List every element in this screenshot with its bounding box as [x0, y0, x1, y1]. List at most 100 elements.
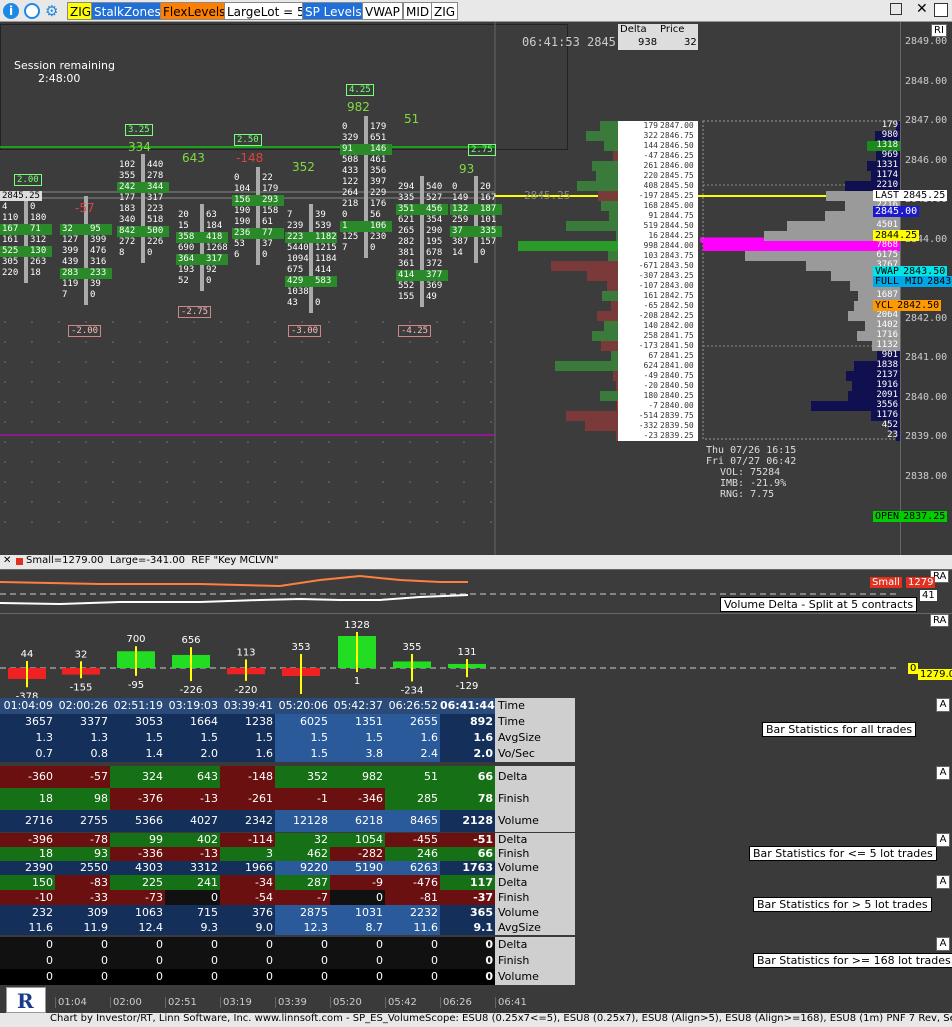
footprint-bid: 91 [342, 144, 353, 154]
delta-histogram-bar [607, 251, 618, 261]
session-vol: VOL: 75284 [720, 467, 781, 478]
time-axis[interactable]: R 01:04 02:00 02:51 03:19 03:39 05:20 05:42 06:… [0, 985, 952, 1013]
toolbar-button-flexlevels[interactable]: FlexLevels [160, 2, 229, 20]
footprint-bid: 220 [2, 268, 19, 278]
footprint-row: 439 316 [60, 257, 112, 268]
grid-dot [382, 501, 384, 503]
footprint-bid: 239 [287, 221, 304, 231]
grid-dot [382, 341, 384, 343]
time-tick: 03:39 [275, 997, 307, 1008]
stats-cell: 18 [0, 847, 55, 861]
stats-row-label: Delta [495, 937, 575, 953]
maximize-icon[interactable] [934, 3, 948, 17]
footprint-bid: 7 [287, 210, 293, 220]
stats-a-button[interactable]: A [936, 833, 950, 847]
grid-dot [409, 421, 411, 423]
toolbar-button-stalkzones[interactable]: StalkZones [91, 2, 164, 20]
stats-cell: 11.9 [55, 920, 110, 935]
volume-delta-panel[interactable]: RA Small 1279 41 Volume Delta - Split at… [0, 569, 952, 613]
toolbar-button-sp-levels[interactable]: SP Levels [302, 2, 365, 20]
ladder-price: 2843.00 [660, 281, 694, 290]
close-indicator-icon[interactable]: ✕ [3, 555, 11, 566]
footprint-row: 236 77 [232, 228, 284, 239]
footprint-ask: 37 [262, 239, 273, 249]
stats-a-button[interactable]: A [936, 698, 950, 712]
stats-a-button[interactable]: A [936, 875, 950, 889]
toolbar-button-zig[interactable]: ZIG [67, 2, 95, 20]
volume-profile-value: 1838 [876, 360, 898, 370]
histogram-bottom-label: 1 [354, 676, 360, 687]
footprint-bid: 842 [119, 226, 136, 236]
delta-histogram-bar [608, 211, 618, 221]
grid-dot [436, 481, 438, 483]
stats-cell: 285 [385, 788, 440, 810]
restore-icon[interactable] [890, 3, 902, 15]
grid-dot [139, 441, 141, 443]
ladder-row: -65 2842.50 [618, 301, 698, 311]
footprint-row: 340 518 [117, 215, 169, 226]
price-axis[interactable]: RI 2849.002848.002847.002846.002845.0028… [873, 22, 952, 555]
grid-dot [220, 381, 222, 383]
delta-histogram-bar [555, 361, 618, 371]
price-label-name: FULL MID [873, 276, 926, 287]
stats-cell: 05:42:37 [330, 698, 385, 714]
price-label-value: 2837.25 [901, 511, 948, 522]
toolbar-button-zig[interactable]: ZIG [431, 2, 459, 20]
close-icon[interactable]: ✕ [916, 1, 928, 17]
ladder-price: 2839.75 [660, 411, 694, 420]
footprint-ask: 158 [262, 206, 279, 216]
ladder-delta: 180 [643, 391, 658, 400]
grid-dot [409, 481, 411, 483]
delta-histogram-bar [607, 281, 618, 291]
delta-histogram-bar [599, 391, 618, 401]
stats-cell: -148 [220, 766, 275, 788]
gear-icon[interactable]: ⚙ [45, 3, 61, 19]
footprint-row: 842 500 [117, 226, 169, 237]
grid-dot [247, 521, 249, 523]
grid-dot [166, 481, 168, 483]
grid-dot [463, 481, 465, 483]
stats-row: 0 0 0 0 0 0 0 0 0 Delta [0, 937, 575, 953]
stats-cell: 0 [0, 953, 55, 969]
stats-a-button[interactable]: A [936, 937, 950, 951]
stats-cell: -83 [55, 875, 110, 890]
clock-icon[interactable] [24, 3, 40, 19]
zig-high-label: 4.25 [346, 84, 374, 96]
footprint-row: 102 440 [117, 160, 169, 171]
stats-cell: 2232 [385, 905, 440, 920]
toolbar-button-vwap[interactable]: VWAP [362, 2, 403, 20]
ra-label-2[interactable]: RA [930, 614, 950, 627]
ladder-price: 2846.00 [660, 161, 694, 170]
footprint-bid: 0 [342, 122, 348, 132]
toolbar-button-largelot-5[interactable]: LargeLot = 5 [224, 2, 308, 20]
delta-histogram-panel[interactable]: 44-37832-155700-95656-226113-220353-5451… [0, 613, 952, 699]
grid-dot [463, 401, 465, 403]
stats-cell: 1.5 [275, 730, 330, 746]
grid-dot [382, 401, 384, 403]
stats-cell: 0 [110, 953, 165, 969]
footprint-ask: 39 [315, 210, 326, 220]
toolbar-button-mid[interactable]: MID [403, 2, 433, 20]
footprint-bid: 37 [452, 226, 463, 236]
footprint-bid: 361 [398, 259, 415, 269]
ladder-delta: 140 [643, 321, 658, 330]
ladder-row: 161 2842.75 [618, 291, 698, 301]
grid-dot [274, 501, 276, 503]
footprint-bid: 122 [342, 177, 359, 187]
footprint-row: 364 317 [176, 254, 228, 265]
info-icon[interactable]: i [3, 3, 19, 19]
footprint-bid: 32 [62, 224, 73, 234]
footprint-ask: 527 [426, 193, 443, 203]
grid-dot [463, 361, 465, 363]
main-chart[interactable]: Session remaining 2:48:00 06:41:53 2845.… [0, 22, 952, 555]
histogram-top-label: 113 [236, 647, 255, 658]
grid-dot [85, 361, 87, 363]
footprint-ask: 20 [480, 182, 491, 192]
footprint-row: 414 377 [396, 270, 448, 281]
stats-a-button[interactable]: A [936, 766, 950, 780]
footprint-ask: 0 [315, 298, 321, 308]
grid-dot [31, 461, 33, 463]
stats-row-label: Finish [495, 953, 575, 969]
footprint-bid: 283 [62, 268, 79, 278]
stats-cell: -51 [440, 833, 495, 847]
